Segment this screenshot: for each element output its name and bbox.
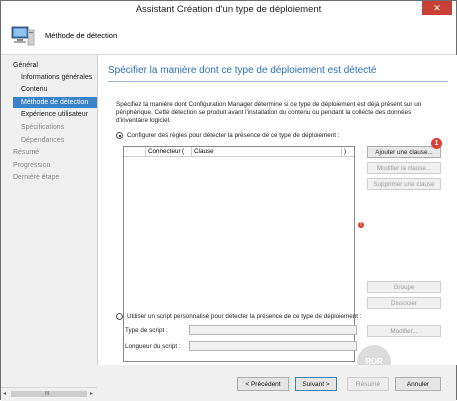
cancel-button[interactable]: Annuler: [395, 377, 441, 391]
scroll-right-icon[interactable]: ▸: [90, 390, 93, 397]
page-description: Spécifiez la manière dont Configuration …: [116, 101, 422, 124]
callout-badge: 1: [431, 138, 442, 149]
grid-col-blank[interactable]: [124, 147, 146, 156]
sidebar-scrollbar[interactable]: ◂ III ▸: [1, 387, 97, 400]
sidebar-item-detection-method[interactable]: Méthode de détection: [13, 97, 97, 108]
summary-button[interactable]: Résumé: [347, 377, 389, 391]
header-title: Méthode de détection: [45, 31, 118, 40]
grid-col-connector[interactable]: Connecteur: [146, 147, 181, 156]
sidebar-item-user-experience[interactable]: Expérience utilisateur: [21, 111, 88, 118]
title-divider: [108, 81, 448, 82]
next-button[interactable]: Suivant >: [295, 377, 337, 391]
grid-header: Connecteur ( Clause ): [124, 147, 354, 157]
rules-radio-label[interactable]: Configurer des règles pour détecter la p…: [127, 132, 339, 139]
sidebar-item-general-info[interactable]: Informations générales: [21, 74, 92, 81]
title-bar: Assistant Création d'un type de déploiem…: [1, 1, 456, 20]
page-title: Spécifier la manière dont ce type de dép…: [108, 65, 377, 76]
wizard-window: Assistant Création d'un type de déploiem…: [0, 0, 457, 401]
script-length-field[interactable]: [189, 341, 357, 351]
scroll-grip: III: [45, 391, 50, 397]
script-type-field[interactable]: [189, 325, 357, 335]
error-icon: !: [358, 222, 364, 228]
script-length-label: Longueur du script :: [125, 343, 181, 350]
add-clause-button[interactable]: Ajouter une clause...: [367, 146, 441, 158]
main-panel: Spécifier la manière dont ce type de dép…: [97, 55, 457, 365]
script-type-label: Type de script :: [125, 327, 168, 334]
sidebar-item-dependencies[interactable]: Dépendances: [21, 137, 64, 144]
delete-clause-button[interactable]: Supprimer une clause: [367, 178, 441, 190]
modify-clause-button[interactable]: Modifier la clause...: [367, 162, 441, 174]
grid-col-close-paren[interactable]: ): [342, 147, 354, 156]
sidebar-item-completion[interactable]: Dernière étape: [13, 174, 59, 181]
window-title: Assistant Création d'un type de déploiem…: [135, 4, 322, 15]
script-radio-label[interactable]: Utiliser un script personnalisé pour dét…: [127, 313, 362, 320]
grid-col-open-paren[interactable]: (: [180, 147, 192, 156]
previous-button[interactable]: < Précédent: [237, 377, 289, 391]
group-button[interactable]: Groupe: [367, 281, 441, 293]
grid-col-clause[interactable]: Clause: [192, 147, 342, 156]
rules-radio[interactable]: [116, 132, 123, 139]
script-radio[interactable]: [116, 313, 123, 320]
sidebar-item-progress[interactable]: Progression: [13, 162, 50, 169]
sidebar-item-general[interactable]: Général: [13, 62, 38, 69]
ungroup-button[interactable]: Dissocier: [367, 297, 441, 309]
sidebar-item-content[interactable]: Contenu: [21, 86, 47, 93]
close-button[interactable]: ✕: [422, 1, 452, 15]
sidebar: Général Informations générales Contenu M…: [1, 55, 97, 401]
computer-icon: [11, 26, 35, 46]
modify-button[interactable]: Modifier...: [367, 325, 441, 337]
scroll-left-icon[interactable]: ◂: [3, 390, 6, 397]
wizard-header: Méthode de détection: [1, 19, 456, 55]
sidebar-item-summary[interactable]: Résumé: [13, 149, 39, 156]
sidebar-item-requirements[interactable]: Spécifications: [21, 124, 64, 131]
